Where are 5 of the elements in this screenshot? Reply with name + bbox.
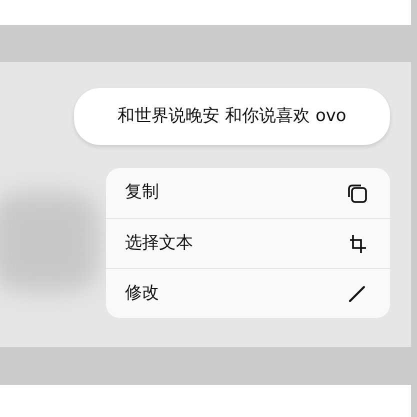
menu-item[interactable]: 选择文本	[106, 218, 390, 268]
menu-item[interactable]: 复制	[106, 168, 390, 218]
copy-icon	[346, 182, 368, 204]
message-bubble: 和世界说晚安 和你说喜欢 ovo	[74, 88, 390, 145]
menu-item[interactable]: 修改	[106, 268, 390, 318]
